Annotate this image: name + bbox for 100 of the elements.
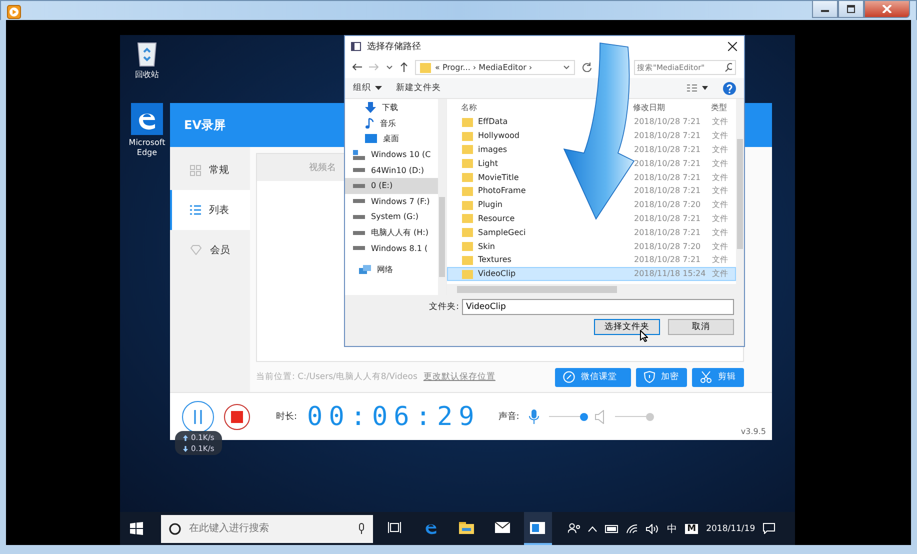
notification-icon[interactable] [763, 523, 775, 534]
folder-icon [462, 254, 473, 265]
refresh-icon[interactable] [582, 62, 592, 72]
file-type: 文件 [712, 116, 728, 128]
navigation-item[interactable]: 0 (E:) [345, 178, 438, 194]
scrollbar[interactable] [736, 99, 744, 295]
folder-row[interactable]: Resource 2018/10/28 7:21 文件 [447, 212, 736, 226]
folder-icon [462, 186, 473, 196]
navigation-item[interactable]: Windows 10 (C [345, 146, 438, 162]
column-header[interactable]: 名称 [461, 102, 633, 112]
file-type: 文件 [712, 130, 728, 142]
modified-date: 2018/10/28 7:21 [634, 255, 702, 264]
help-icon[interactable] [723, 82, 736, 94]
folder-row[interactable]: Textures 2018/10/28 7:21 文件 [447, 252, 736, 267]
view-options-icon[interactable] [687, 84, 709, 92]
navigation-item[interactable]: Windows 8.1 ( [345, 240, 438, 256]
input-method-indicator[interactable]: 中 [667, 522, 678, 536]
dropdown-caret-icon[interactable] [563, 64, 570, 70]
desktop-icon-label: Microsoft Edge [128, 138, 166, 158]
download-arrow-icon [183, 446, 188, 452]
microphone-icon [358, 523, 366, 534]
search-input[interactable]: 在此键入进行搜索 [186, 522, 352, 535]
column-header: 视频名 [309, 162, 336, 174]
drive-icon [353, 199, 365, 204]
navigation-item[interactable]: 64Win10 (D:) [345, 162, 438, 178]
folder-row[interactable]: VideoClip 2018/11/18 15:24 文件 [447, 266, 736, 281]
folder-name: Hollywood [478, 131, 520, 140]
sidebar-tab[interactable]: 列表 [170, 190, 250, 230]
maximize-button[interactable] [838, 1, 864, 18]
edge-shortcut-icon[interactable] [131, 103, 163, 135]
chevron-up-icon[interactable] [588, 526, 596, 532]
back-icon[interactable] [352, 63, 362, 71]
wifi-icon[interactable] [626, 524, 638, 534]
search-bar[interactable]: 在此键入进行搜索 [160, 514, 374, 542]
folder-row[interactable]: images 2018/10/28 7:21 文件 [447, 142, 736, 156]
folder-icon[interactable] [458, 522, 474, 534]
folder-row[interactable]: Skin 2018/10/28 7:20 文件 [447, 239, 736, 253]
volume-icon[interactable] [646, 524, 660, 534]
close-button[interactable] [864, 1, 910, 18]
modified-date: 2018/10/28 7:21 [634, 186, 702, 196]
folder-row[interactable]: PhotoFrame 2018/10/28 7:21 文件 [447, 184, 736, 198]
battery-icon[interactable] [604, 524, 618, 532]
navigation-item[interactable]: 音乐 [345, 116, 438, 132]
column-header[interactable]: 修改日期 [633, 102, 711, 112]
envelope-icon[interactable] [494, 522, 510, 533]
folder-row[interactable]: MovieTitle 2018/10/28 7:21 文件 [447, 170, 736, 184]
folder-name: Skin [478, 242, 496, 251]
file-type: 文件 [712, 226, 728, 238]
folder-row[interactable]: SampleGeci 2018/10/28 7:21 文件 [447, 225, 736, 240]
list-icon [190, 205, 201, 215]
folder-row[interactable]: Plugin 2018/10/28 7:20 文件 [447, 198, 736, 212]
drive-icon [353, 168, 365, 172]
folder-row[interactable]: Light 2018/10/28 7:21 文件 [447, 156, 736, 170]
up-icon[interactable] [400, 62, 408, 72]
dialog-button[interactable]: 取消 [668, 319, 734, 335]
navigation-item[interactable]: System (G:) [345, 209, 438, 225]
navigation-item[interactable]: 桌面 [345, 131, 438, 147]
pause-button[interactable] [182, 400, 214, 432]
input-mode-indicator[interactable]: M [685, 524, 698, 534]
clock-date[interactable]: 2018/11/19 [706, 524, 756, 534]
change-location-link[interactable]: 更改默认保存位置 [423, 371, 496, 384]
folder-name: VideoClip [478, 269, 516, 278]
new-folder-button[interactable]: 新建文件夹 [396, 82, 441, 94]
recorder-app-icon[interactable] [530, 522, 546, 534]
navigation-item[interactable]: 网络 [345, 262, 438, 278]
modified-date: 2018/10/28 7:21 [634, 228, 702, 237]
navigation-item[interactable]: Windows 7 (F:) [345, 194, 438, 210]
caret-icon [375, 86, 382, 90]
people-icon[interactable] [568, 523, 580, 534]
organize-menu[interactable]: 组织 [353, 82, 382, 94]
folder-icon [462, 241, 473, 252]
column-header[interactable]: 类型 [711, 102, 727, 112]
navigation-item[interactable]: 下载 [345, 100, 438, 116]
file-type: 文件 [712, 172, 728, 183]
navigation-item[interactable]: 电脑人人有 (H:) [345, 224, 438, 240]
modified-date: 2018/10/28 7:21 [634, 214, 702, 223]
folder-icon [462, 200, 473, 210]
folder-name-field[interactable]: VideoClip [462, 299, 734, 315]
save-location-text: 当前位置: C:/Users/电脑人人有8/Videos [256, 371, 418, 384]
folder-row[interactable]: Hollywood 2018/10/28 7:21 文件 [447, 128, 736, 143]
drive-icon [353, 246, 365, 250]
recording-timer: 00:06:29 [307, 402, 480, 432]
stop-button[interactable] [224, 404, 250, 430]
upload-arrow-icon [183, 434, 188, 440]
address-bar[interactable]: « Progr... › MediaEditor › [415, 60, 575, 74]
dialog-title: 选择存储路径 [367, 40, 421, 52]
folder-name: PhotoFrame [478, 186, 526, 196]
task-view-icon[interactable] [388, 522, 402, 533]
folder-row[interactable]: EffData 2018/10/28 7:21 文件 [447, 115, 736, 129]
folder-icon [462, 130, 473, 141]
maximize-icon [846, 5, 856, 13]
dialog-button[interactable]: 选择文件夹 [594, 319, 660, 335]
folder-name: Textures [478, 255, 512, 264]
scrollbar[interactable] [438, 99, 446, 295]
microphone-icon[interactable] [529, 409, 540, 424]
start-icon[interactable] [130, 522, 143, 535]
folder-icon [462, 227, 473, 238]
modified-date: 2018/10/28 7:20 [634, 200, 702, 210]
minimize-button[interactable] [812, 1, 838, 18]
recent-dropdown-icon[interactable] [386, 64, 393, 70]
